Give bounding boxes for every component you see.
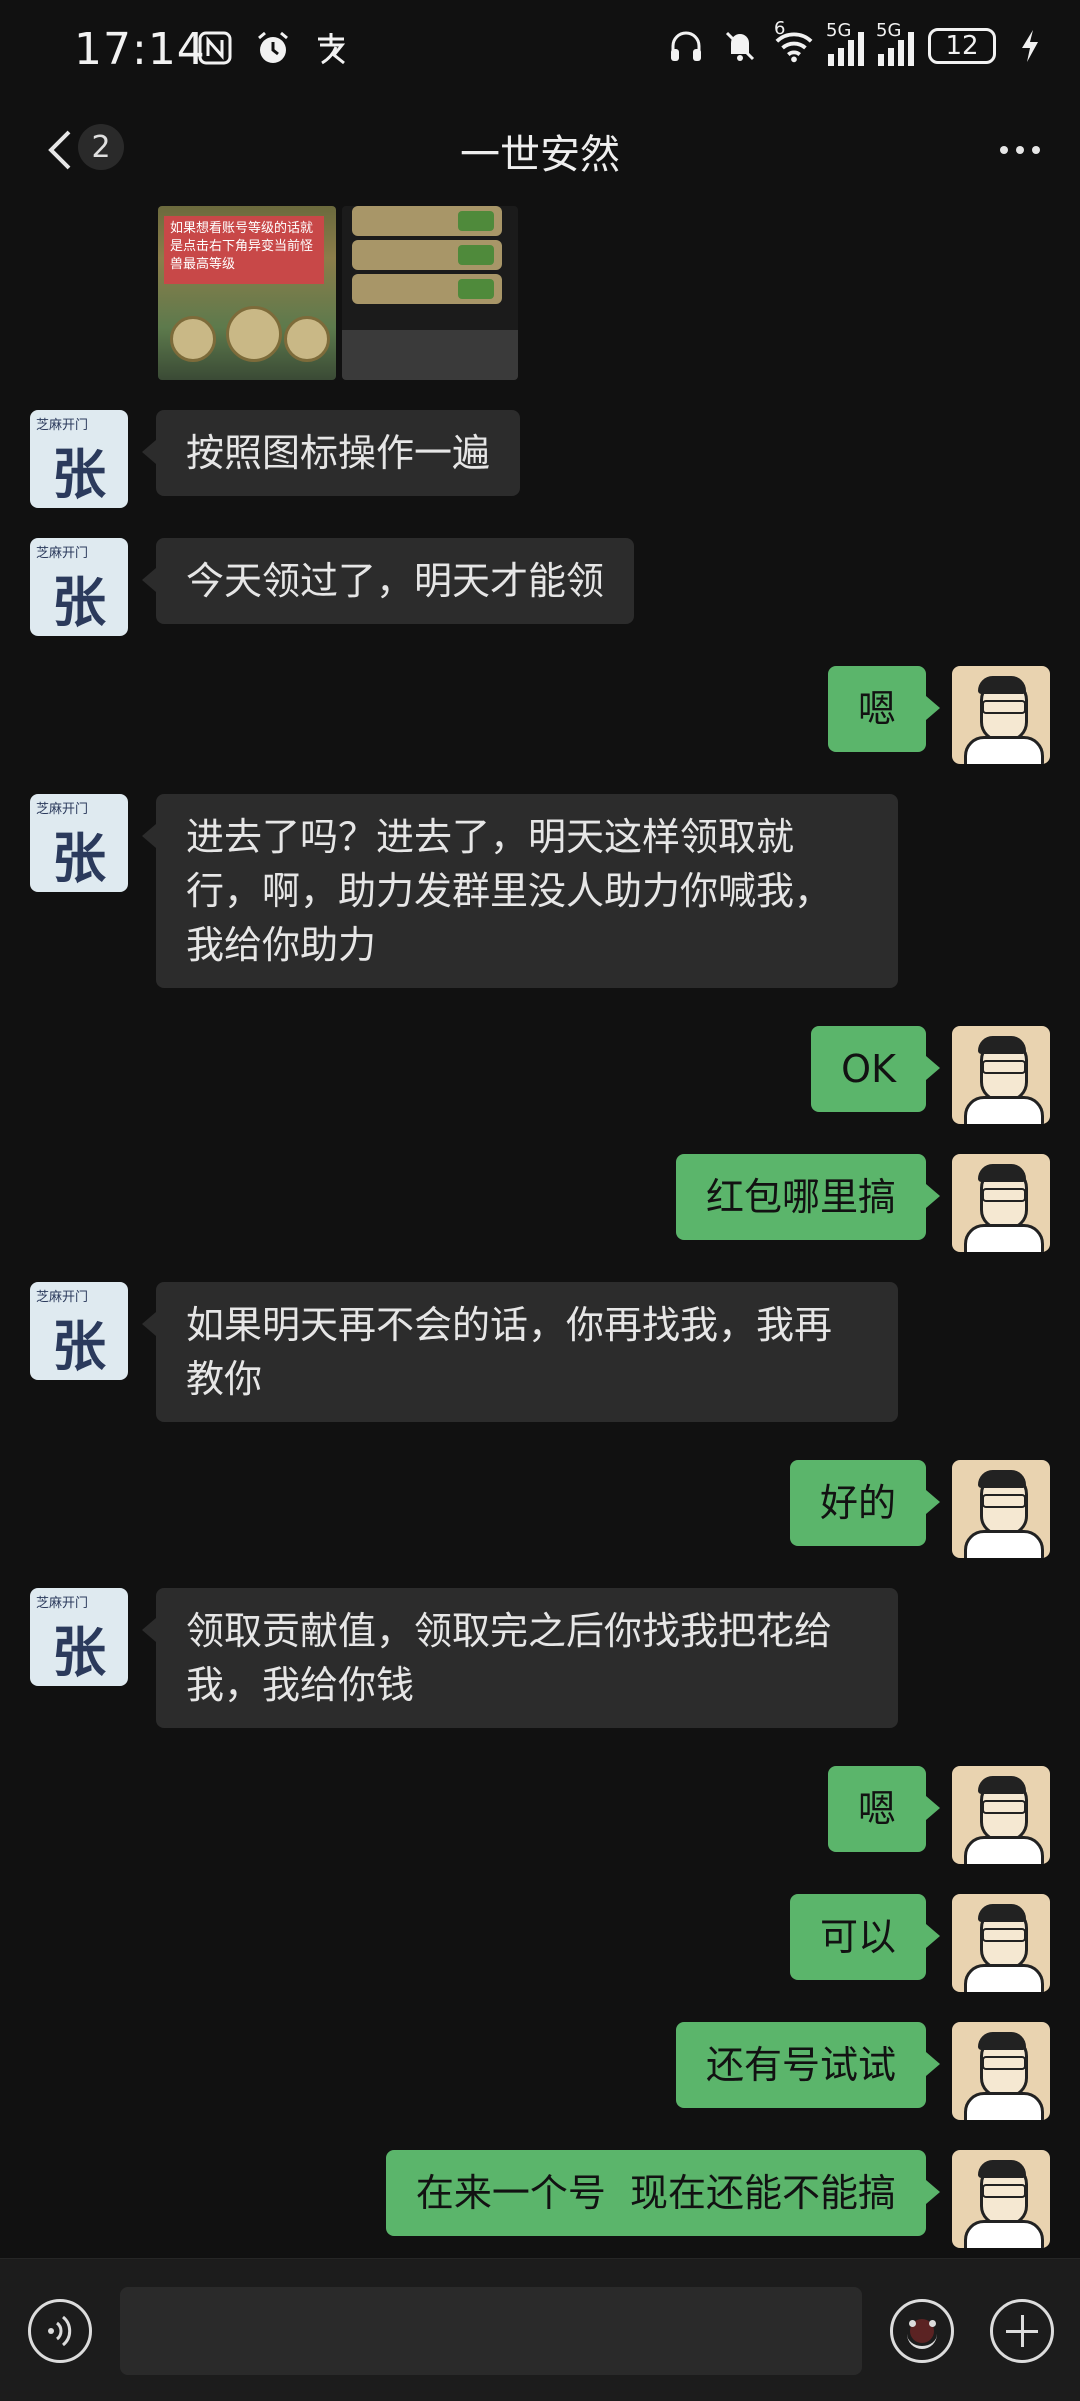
more-dots-icon — [1000, 146, 1008, 154]
alarm-icon — [253, 28, 293, 68]
headphones-icon — [666, 26, 706, 66]
message-bubble-incoming[interactable]: 领取贡献值，领取完之后你找我把花给我，我给你钱 — [142, 1588, 898, 1728]
my-avatar[interactable] — [952, 1766, 1050, 1864]
contact-avatar[interactable]: 芝麻开门 张 — [30, 538, 128, 636]
alipay-icon — [311, 28, 351, 68]
my-avatar[interactable] — [952, 2150, 1050, 2248]
contact-avatar[interactable]: 芝麻开门 张 — [30, 1282, 128, 1380]
mute-icon — [720, 26, 760, 66]
my-avatar[interactable] — [952, 1154, 1050, 1252]
signal-icon-sim1: 5G — [826, 20, 864, 66]
charging-icon — [1010, 26, 1050, 66]
my-avatar[interactable] — [952, 2022, 1050, 2120]
status-left-icons — [195, 28, 351, 68]
image-thumbnail-2[interactable] — [342, 206, 518, 380]
status-time: 17:14 — [74, 24, 206, 75]
emoji-button[interactable] — [890, 2299, 954, 2363]
contact-avatar[interactable]: 芝麻开门 张 — [30, 794, 128, 892]
message-bubble-outgoing[interactable]: 在来一个号 现在还能不能搞 — [385, 2150, 941, 2236]
wifi-icon: 6 — [774, 18, 814, 66]
nfc-icon — [195, 28, 235, 68]
message-bubble-outgoing[interactable]: 好的 — [789, 1460, 941, 1546]
battery-indicator: 12 — [928, 28, 996, 64]
chat-header: 一世安然 — [0, 100, 1080, 200]
shared-images: 如果想看账号等级的话就是点击右下角异变当前怪兽最高等级 — [158, 206, 518, 380]
message-bubble-incoming[interactable]: 如果明天再不会的话，你再找我，我再教你 — [142, 1282, 898, 1422]
message-bubble-outgoing[interactable]: 嗯 — [827, 666, 941, 752]
message-input-bar — [0, 2258, 1080, 2401]
message-input[interactable] — [120, 2287, 862, 2375]
signal-icon-sim2: 5G — [876, 20, 914, 66]
my-avatar[interactable] — [952, 666, 1050, 764]
signal-label-sim1: 5G — [826, 20, 852, 41]
avatar-text: 张 — [52, 442, 106, 506]
image-thumbnail-1[interactable]: 如果想看账号等级的话就是点击右下角异变当前怪兽最高等级 — [158, 206, 336, 380]
image-overlay-text: 如果想看账号等级的话就是点击右下角异变当前怪兽最高等级 — [164, 216, 324, 284]
contact-avatar[interactable]: 芝麻开门 张 — [30, 410, 128, 508]
message-bubble-outgoing[interactable]: 红包哪里搞 — [675, 1154, 941, 1240]
message-bubble-incoming[interactable]: 进去了吗？进去了，明天这样领取就行，啊，助力发群里没人助力你喊我，我给你助力 — [142, 794, 898, 988]
voice-button[interactable] — [28, 2299, 92, 2363]
unread-count-badge: 2 — [78, 124, 124, 170]
plus-button[interactable] — [990, 2299, 1054, 2363]
my-avatar[interactable] — [952, 1460, 1050, 1558]
message-bubble-outgoing[interactable]: OK — [811, 1026, 940, 1112]
my-avatar[interactable] — [952, 1026, 1050, 1124]
message-bubble-incoming[interactable]: 按照图标操作一遍 — [141, 410, 521, 496]
more-options-button[interactable] — [992, 128, 1048, 172]
message-bubble-incoming[interactable]: 今天领过了，明天才能领 — [141, 538, 635, 624]
voice-icon — [48, 2315, 72, 2347]
status-bar: 17:14 6 5G 5G 12 — [0, 0, 1080, 100]
message-bubble-outgoing[interactable]: 可以 — [789, 1894, 941, 1980]
contact-avatar[interactable]: 芝麻开门 张 — [30, 1588, 128, 1686]
my-avatar[interactable] — [952, 1894, 1050, 1992]
status-right-icons: 6 5G 5G 12 — [666, 18, 1050, 66]
signal-label-sim2: 5G — [876, 20, 902, 41]
wifi-badge: 6 — [774, 18, 786, 39]
message-bubble-outgoing[interactable]: 嗯 — [827, 1766, 941, 1852]
chat-title: 一世安然 — [460, 132, 620, 178]
message-bubble-outgoing[interactable]: 还有号试试 — [675, 2022, 941, 2108]
